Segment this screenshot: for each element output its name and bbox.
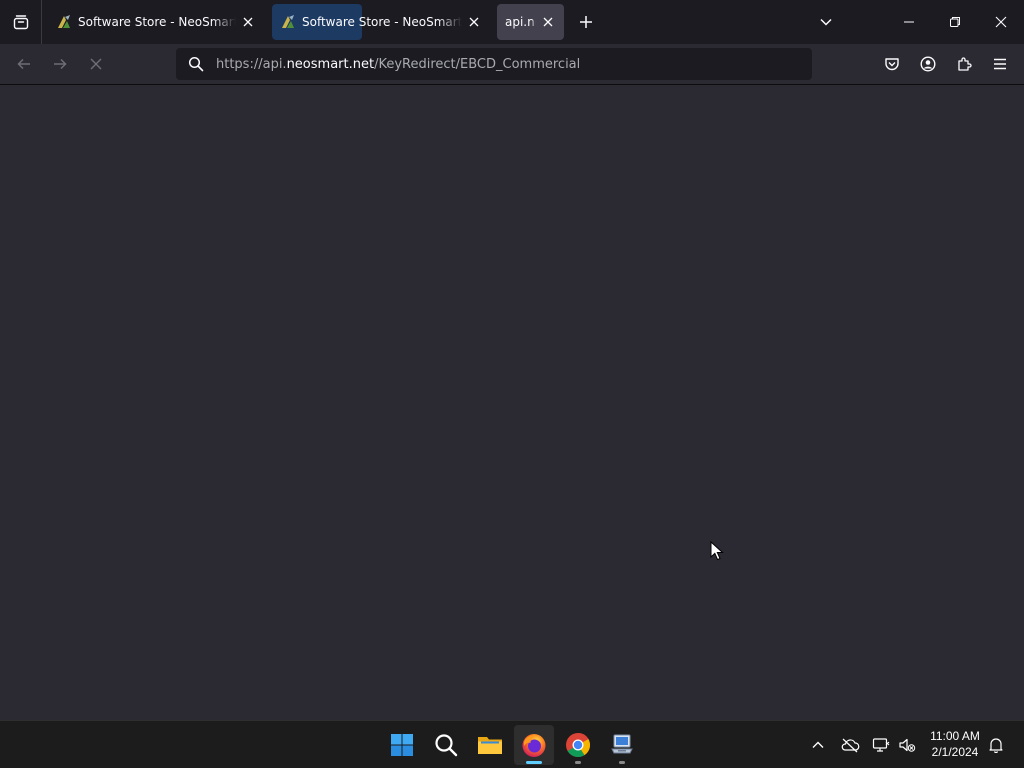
neosmart-favicon bbox=[58, 15, 70, 28]
new-tab-button[interactable] bbox=[574, 10, 598, 34]
search-icon bbox=[435, 734, 458, 757]
puzzle-icon bbox=[958, 57, 972, 71]
list-all-tabs-button[interactable] bbox=[814, 10, 838, 34]
firefox-taskbar-button[interactable] bbox=[514, 725, 554, 765]
close-icon bbox=[995, 16, 1007, 28]
back-button[interactable] bbox=[10, 50, 38, 78]
chevron-down-icon bbox=[820, 18, 832, 26]
navigation-toolbar: https://api.neosmart.net/KeyRedirect/EBC… bbox=[0, 44, 1024, 85]
show-hidden-icons-button[interactable] bbox=[806, 733, 830, 757]
file-explorer-button[interactable] bbox=[470, 725, 510, 765]
tab-software-store-1[interactable]: Software Store - NeoSmart Technologies bbox=[48, 4, 264, 40]
tab-title: Software Store - NeoSmart Technologies bbox=[302, 15, 462, 29]
search-icon bbox=[188, 56, 204, 72]
remote-desktop-icon bbox=[611, 734, 633, 754]
chevron-up-icon bbox=[812, 741, 824, 748]
tab-strip: Software Store - NeoSmart Technologies S… bbox=[0, 0, 1024, 44]
plus-icon bbox=[580, 16, 592, 28]
mouse-cursor-icon bbox=[710, 541, 724, 561]
stop-loading-button[interactable] bbox=[82, 50, 110, 78]
active-app-indicator bbox=[526, 761, 542, 764]
arrow-left-icon bbox=[17, 58, 30, 70]
clock-time: 11:00 AM bbox=[930, 729, 980, 743]
onedrive-tray-button[interactable] bbox=[838, 733, 862, 757]
save-to-pocket-button[interactable] bbox=[878, 50, 906, 78]
pocket-icon bbox=[885, 58, 899, 71]
page-content-area bbox=[0, 86, 1024, 720]
file-explorer-icon bbox=[478, 737, 502, 754]
close-window-button[interactable] bbox=[978, 0, 1024, 44]
close-tab-icon[interactable] bbox=[466, 14, 482, 30]
account-button[interactable] bbox=[914, 50, 942, 78]
tab-api-neosmart[interactable]: api.neosmart.net bbox=[497, 4, 564, 40]
chrome-taskbar-button[interactable] bbox=[558, 725, 598, 765]
stop-icon bbox=[90, 58, 102, 70]
system-clock[interactable]: 11:00 AM 2/1/2024 bbox=[922, 728, 988, 760]
clock-date: 2/1/2024 bbox=[931, 745, 979, 759]
remote-desktop-taskbar-button[interactable] bbox=[602, 725, 642, 765]
running-app-indicator bbox=[575, 761, 581, 764]
start-button[interactable] bbox=[382, 725, 422, 765]
close-tab-icon[interactable] bbox=[540, 14, 556, 30]
chrome-icon bbox=[566, 733, 591, 758]
close-tab-icon[interactable] bbox=[240, 14, 256, 30]
volume-muted-icon bbox=[899, 738, 916, 752]
running-app-indicator bbox=[619, 761, 625, 764]
hamburger-menu-icon bbox=[994, 58, 1006, 70]
tab-software-store-2[interactable]: Software Store - NeoSmart Technologies bbox=[272, 4, 490, 40]
firefox-view-button[interactable] bbox=[0, 0, 42, 44]
restore-button[interactable] bbox=[932, 0, 978, 44]
start-icon bbox=[391, 734, 413, 756]
network-tray-button[interactable] bbox=[869, 733, 893, 757]
bell-icon bbox=[989, 738, 1003, 753]
tab-title: Software Store - NeoSmart Technologies bbox=[78, 15, 236, 29]
notifications-button[interactable] bbox=[984, 733, 1008, 757]
restore-icon bbox=[950, 17, 960, 27]
firefox-view-icon bbox=[13, 15, 28, 30]
windows-taskbar: 11:00 AM 2/1/2024 bbox=[0, 720, 1024, 768]
url-text: https://api.neosmart.net/KeyRedirect/EBC… bbox=[216, 56, 581, 72]
neosmart-favicon bbox=[282, 15, 294, 28]
taskbar-search-button[interactable] bbox=[426, 725, 466, 765]
account-icon bbox=[920, 56, 936, 72]
minimize-icon bbox=[904, 21, 914, 23]
app-menu-button[interactable] bbox=[986, 50, 1014, 78]
network-icon bbox=[872, 738, 890, 752]
minimize-button[interactable] bbox=[886, 0, 932, 44]
address-bar[interactable]: https://api.neosmart.net/KeyRedirect/EBC… bbox=[176, 48, 812, 80]
volume-tray-button[interactable] bbox=[895, 733, 919, 757]
arrow-right-icon bbox=[54, 58, 67, 70]
tab-title: api.neosmart.net bbox=[505, 15, 536, 29]
cloud-offline-icon bbox=[841, 738, 860, 753]
forward-button[interactable] bbox=[46, 50, 74, 78]
extensions-button[interactable] bbox=[950, 50, 978, 78]
firefox-icon bbox=[522, 734, 546, 757]
